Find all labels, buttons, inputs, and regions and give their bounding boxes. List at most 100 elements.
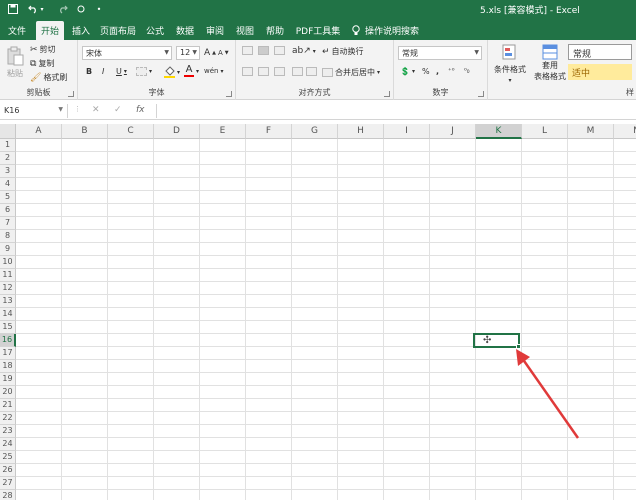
- column-header-n[interactable]: N: [614, 124, 636, 139]
- tab-data[interactable]: 数据: [174, 21, 196, 40]
- row-header-20[interactable]: 20: [0, 386, 16, 399]
- bold-button[interactable]: B: [86, 67, 92, 76]
- style-neutral-cell[interactable]: 适中: [568, 64, 632, 80]
- redo-icon[interactable]: [56, 1, 70, 17]
- align-right-button[interactable]: [274, 67, 285, 76]
- enter-icon[interactable]: ✓: [114, 105, 122, 115]
- underline-button[interactable]: U ▾: [116, 67, 127, 76]
- customize-toolbar-icon[interactable]: [74, 1, 88, 17]
- row-header-15[interactable]: 15: [0, 321, 16, 334]
- fill-handle[interactable]: [516, 344, 521, 349]
- accounting-format-button[interactable]: 💲 ▾: [400, 67, 415, 76]
- row-header-4[interactable]: 4: [0, 178, 16, 191]
- tab-help[interactable]: 帮助: [264, 21, 286, 40]
- align-middle-button[interactable]: [258, 46, 269, 55]
- tab-pdf-tools[interactable]: PDF工具集: [294, 21, 342, 40]
- cancel-icon[interactable]: ✕: [92, 105, 100, 115]
- tab-page-layout[interactable]: 页面布局: [100, 21, 136, 40]
- row-header-26[interactable]: 26: [0, 464, 16, 477]
- formula-input[interactable]: [156, 104, 636, 118]
- row-header-21[interactable]: 21: [0, 399, 16, 412]
- column-header-h[interactable]: H: [338, 124, 384, 139]
- row-header-9[interactable]: 9: [0, 243, 16, 256]
- row-header-1[interactable]: 1: [0, 139, 16, 152]
- row-header-3[interactable]: 3: [0, 165, 16, 178]
- align-bottom-button[interactable]: [274, 46, 285, 55]
- paste-button[interactable]: 粘贴: [6, 46, 24, 79]
- column-header-m[interactable]: M: [568, 124, 614, 139]
- column-header-b[interactable]: B: [62, 124, 108, 139]
- row-header-28[interactable]: 28: [0, 490, 16, 500]
- tell-me-search[interactable]: 操作说明搜索: [352, 24, 419, 37]
- insert-function-icon[interactable]: fx: [136, 105, 145, 115]
- row-header-27[interactable]: 27: [0, 477, 16, 490]
- column-header-l[interactable]: L: [522, 124, 568, 139]
- cut-button[interactable]: ✂ 剪切: [30, 44, 56, 55]
- row-header-17[interactable]: 17: [0, 347, 16, 360]
- alignment-launcher-icon[interactable]: [384, 91, 390, 97]
- italic-button[interactable]: I: [102, 67, 104, 76]
- shrink-font-button[interactable]: A ▼: [218, 49, 229, 57]
- undo-dropdown-icon[interactable]: ▾: [38, 1, 46, 17]
- column-header-i[interactable]: I: [384, 124, 430, 139]
- row-header-6[interactable]: 6: [0, 204, 16, 217]
- more-commands-icon[interactable]: •: [92, 1, 106, 17]
- row-header-19[interactable]: 19: [0, 373, 16, 386]
- format-painter-button[interactable]: 🖌 格式刷: [30, 72, 67, 83]
- name-box[interactable]: K16 ▼: [0, 104, 68, 118]
- tab-view[interactable]: 视图: [234, 21, 256, 40]
- active-cell-K16[interactable]: [473, 333, 520, 348]
- tab-review[interactable]: 审阅: [204, 21, 226, 40]
- column-header-f[interactable]: F: [246, 124, 292, 139]
- align-center-button[interactable]: [258, 67, 269, 76]
- increase-decimal-button[interactable]: ⁺⁰: [448, 67, 455, 75]
- tab-insert[interactable]: 插入: [70, 21, 92, 40]
- font-name-select[interactable]: 宋体 ▼: [82, 46, 172, 60]
- column-header-a[interactable]: A: [16, 124, 62, 139]
- column-header-e[interactable]: E: [200, 124, 246, 139]
- font-size-select[interactable]: 12 ▼: [176, 46, 200, 60]
- comma-style-button[interactable]: ,: [436, 67, 439, 76]
- style-normal-cell[interactable]: 常规: [568, 44, 632, 60]
- decrease-decimal-button[interactable]: ⁰₀: [464, 67, 470, 75]
- column-header-d[interactable]: D: [154, 124, 200, 139]
- row-header-24[interactable]: 24: [0, 438, 16, 451]
- row-header-5[interactable]: 5: [0, 191, 16, 204]
- column-header-g[interactable]: G: [292, 124, 338, 139]
- font-launcher-icon[interactable]: [226, 91, 232, 97]
- tab-file[interactable]: 文件: [6, 21, 28, 40]
- row-header-7[interactable]: 7: [0, 217, 16, 230]
- row-header-8[interactable]: 8: [0, 230, 16, 243]
- row-header-16[interactable]: 16: [0, 334, 16, 347]
- column-header-c[interactable]: C: [108, 124, 154, 139]
- merge-center-button[interactable]: 合并后居中 ▾: [322, 67, 380, 78]
- fill-color-button[interactable]: ▾: [164, 66, 180, 78]
- format-as-table-button[interactable]: 套用 表格格式: [534, 44, 566, 82]
- increase-indent-button[interactable]: [306, 67, 317, 76]
- row-header-14[interactable]: 14: [0, 308, 16, 321]
- row-header-22[interactable]: 22: [0, 412, 16, 425]
- cell-area[interactable]: [16, 139, 636, 500]
- tab-home[interactable]: 开始: [36, 21, 64, 40]
- borders-button[interactable]: ▾: [136, 67, 152, 76]
- decrease-indent-button[interactable]: [292, 67, 303, 76]
- align-left-button[interactable]: [242, 67, 253, 76]
- row-header-12[interactable]: 12: [0, 282, 16, 295]
- row-header-18[interactable]: 18: [0, 360, 16, 373]
- clipboard-launcher-icon[interactable]: [68, 91, 74, 97]
- number-launcher-icon[interactable]: [478, 91, 484, 97]
- align-top-button[interactable]: [242, 46, 253, 55]
- save-icon[interactable]: [6, 1, 20, 17]
- row-header-25[interactable]: 25: [0, 451, 16, 464]
- font-color-button[interactable]: A ▾: [184, 65, 199, 77]
- tab-formulas[interactable]: 公式: [144, 21, 166, 40]
- orientation-button[interactable]: ab↗ ▾: [292, 46, 316, 56]
- column-header-j[interactable]: J: [430, 124, 476, 139]
- conditional-formatting-button[interactable]: 条件格式 ▾: [494, 44, 526, 84]
- number-format-select[interactable]: 常规 ▼: [398, 46, 482, 60]
- copy-button[interactable]: ⧉ 复制: [30, 58, 54, 69]
- grow-font-button[interactable]: A ▲: [204, 48, 216, 58]
- row-header-2[interactable]: 2: [0, 152, 16, 165]
- row-header-10[interactable]: 10: [0, 256, 16, 269]
- row-header-13[interactable]: 13: [0, 295, 16, 308]
